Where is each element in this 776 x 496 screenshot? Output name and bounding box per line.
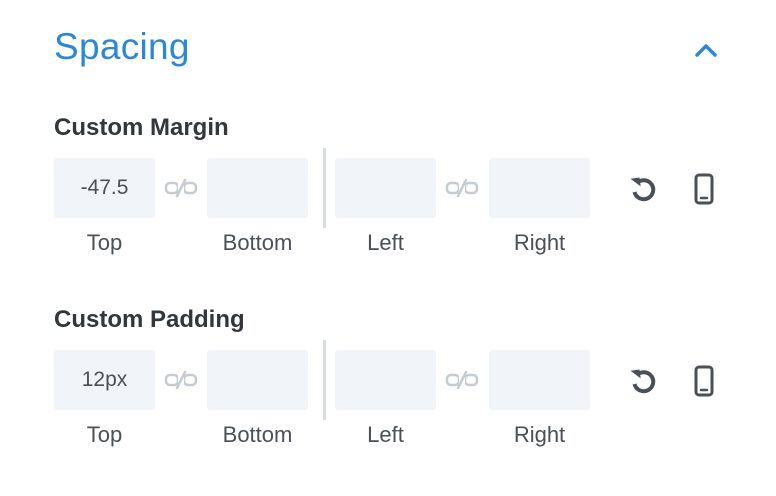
link-icon[interactable] <box>163 366 199 394</box>
chevron-up-icon[interactable] <box>688 32 724 68</box>
custom-padding-label: Custom Padding <box>54 306 245 333</box>
padding-top-label: Top <box>86 422 123 447</box>
link-icon[interactable] <box>444 174 480 202</box>
custom-margin-label: Custom Margin <box>54 114 229 141</box>
margin-bottom-input[interactable] <box>207 158 308 218</box>
undo-icon[interactable] <box>626 172 660 206</box>
margin-right-label: Right <box>513 230 566 255</box>
section-header[interactable]: Spacing <box>54 24 734 74</box>
padding-left-label: Left <box>367 422 404 447</box>
padding-right-label: Right <box>513 422 566 447</box>
section-title: Spacing <box>54 26 190 67</box>
mobile-icon[interactable] <box>687 364 721 398</box>
mobile-icon[interactable] <box>687 172 721 206</box>
margin-bottom-label: Bottom <box>222 230 293 255</box>
padding-bottom-input[interactable] <box>207 350 308 410</box>
undo-icon[interactable] <box>626 364 660 398</box>
link-icon[interactable] <box>444 366 480 394</box>
padding-right-input[interactable] <box>489 350 590 410</box>
margin-top-input[interactable] <box>54 158 155 218</box>
padding-top-input[interactable] <box>54 350 155 410</box>
link-icon[interactable] <box>163 174 199 202</box>
margin-right-input[interactable] <box>489 158 590 218</box>
margin-top-label: Top <box>86 230 123 255</box>
padding-left-input[interactable] <box>335 350 436 410</box>
divider <box>323 340 326 420</box>
padding-bottom-label: Bottom <box>222 422 293 447</box>
divider <box>323 148 326 228</box>
custom-padding-group: Custom Padding Top Bottom <box>54 306 734 447</box>
margin-left-label: Left <box>367 230 404 255</box>
margin-left-input[interactable] <box>335 158 436 218</box>
custom-margin-group: Custom Margin Top Bot <box>54 114 734 255</box>
